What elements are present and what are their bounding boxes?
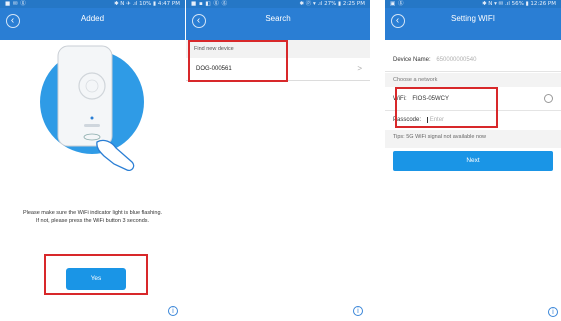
instruction-text: Please make sure the WiFi indicator ligh…: [0, 209, 185, 225]
instruction-line-1: Please make sure the WiFi indicator ligh…: [22, 210, 163, 216]
page-title: Added: [80, 14, 105, 23]
device-illustration: [40, 45, 144, 172]
device-name-label: Device Name:: [393, 57, 431, 63]
next-button[interactable]: Next: [393, 151, 553, 171]
page-title: Setting WIFI: [450, 14, 495, 23]
status-bar: ■ ▪ ◧ ⓖ ⓖ ✱ ⓟ ▾ .ıl 27% ▮ 2:25 PM: [186, 0, 370, 8]
info-icon[interactable]: i: [168, 306, 178, 316]
highlight-box-device: [188, 40, 288, 82]
screen-search: ■ ▪ ◧ ⓖ ⓖ ✱ ⓟ ▾ .ıl 27% ▮ 2:25 PM ‹ Sear…: [186, 0, 370, 321]
status-left: ▣ ⓖ: [390, 1, 404, 7]
device-name-row: Device Name: 650000000540: [385, 48, 561, 72]
tips-section: Tips: 5G WiFi signal not available now: [385, 130, 561, 148]
screen-setting-wifi: ▣ ⓖ ✱ N ▾ ✉ .ıl 56% ▮ 12:26 PM ‹ Setting…: [385, 0, 561, 321]
page-title: Search: [265, 14, 291, 23]
screen-added: ■ ✉ ⓖ ✱ N ✈ .ıl 10% ▮ 4:47 PM ‹ Added Pl…: [0, 0, 185, 321]
highlight-box-wifi: [395, 87, 498, 128]
info-icon[interactable]: i: [353, 306, 363, 316]
header-bar: ‹ Search: [186, 8, 370, 40]
instruction-line-2: If not, please press the WiFi button 3 s…: [35, 218, 150, 224]
status-right: ✱ ⓟ ▾ .ıl 27% ▮ 2:25 PM: [299, 1, 365, 7]
status-bar: ■ ✉ ⓖ ✱ N ✈ .ıl 10% ▮ 4:47 PM: [0, 0, 185, 8]
plug-device: [57, 45, 113, 147]
device-name-value: 650000000540: [436, 57, 477, 63]
indicator-light: [90, 116, 94, 120]
chevron-right-icon: >: [357, 64, 362, 73]
choose-network-label: Choose a network: [393, 77, 438, 83]
choose-network-section: Choose a network: [385, 73, 561, 87]
status-left: ■ ▪ ◧ ⓖ ⓖ: [191, 1, 228, 7]
status-bar: ▣ ⓖ ✱ N ▾ ✉ .ıl 56% ▮ 12:26 PM: [385, 0, 561, 8]
refresh-icon[interactable]: [544, 94, 553, 103]
status-right: ✱ N ▾ ✉ .ıl 56% ▮ 12:26 PM: [481, 1, 556, 7]
highlight-box-yes: [44, 254, 148, 295]
header-bar: ‹ Added: [0, 8, 185, 40]
status-left: ■ ✉ ⓖ: [5, 1, 27, 7]
header-bar: ‹ Setting WIFI: [385, 8, 561, 40]
status-right: ✱ N ✈ .ıl 10% ▮ 4:47 PM: [113, 1, 180, 7]
info-icon[interactable]: i: [548, 307, 558, 317]
tips-text: Tips: 5G WiFi signal not available now: [393, 134, 487, 140]
